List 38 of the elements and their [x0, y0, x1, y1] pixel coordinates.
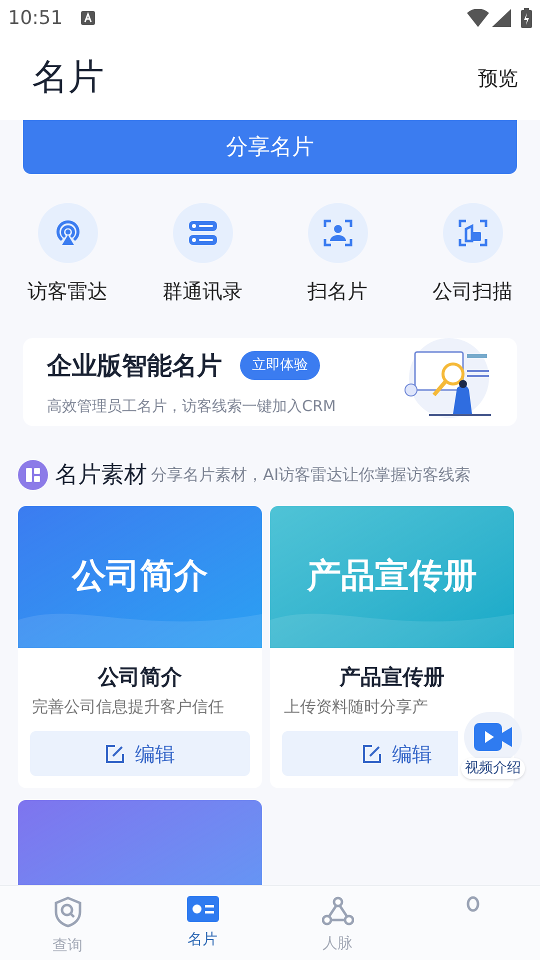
shortcut-item[interactable]: 群通讯录	[135, 203, 270, 306]
promo-title: 企业版智能名片	[47, 350, 222, 382]
card-title: 公司简介	[98, 664, 182, 690]
card-subtitle: 完善公司信息提升客户信任	[31, 696, 224, 718]
grid-icon	[18, 460, 48, 490]
video-camera-icon	[474, 723, 512, 751]
section-title: 名片素材	[55, 461, 147, 490]
scan-building-icon	[456, 217, 488, 249]
edit-icon	[362, 744, 382, 764]
signal-icon	[492, 9, 511, 27]
edit-button[interactable]: 编辑	[30, 731, 250, 776]
ring-icon	[466, 896, 480, 914]
banner-title: 公司简介	[72, 555, 208, 598]
status-time: 10:51	[8, 6, 63, 31]
share-card-button[interactable]: 分享名片	[23, 120, 517, 174]
promo-subtitle: 高效管理员工名片，访客线索一键加入CRM	[47, 396, 337, 416]
try-now-button[interactable]: 立即体验	[240, 351, 320, 380]
promo-card[interactable]: 企业版智能名片 立即体验 高效管理员工名片，访客线索一键加入CRM	[23, 338, 517, 426]
card-title: 产品宣传册	[340, 664, 444, 690]
keyboard-icon	[80, 11, 95, 25]
banner-title: 产品宣传册	[307, 555, 477, 598]
shortcut-item[interactable]: 扫名片	[270, 203, 405, 306]
shield-search-icon	[52, 896, 82, 928]
preview-link[interactable]: 预览	[478, 63, 518, 93]
network-icon	[322, 896, 354, 926]
shortcut-item[interactable]: 访客雷达	[0, 203, 135, 306]
material-card[interactable]: 公司简介 公司简介 完善公司信息提升客户信任 编辑	[18, 506, 262, 788]
scan-person-icon	[322, 217, 354, 249]
wifi-icon	[467, 9, 489, 27]
section-subtitle: 分享名片素材，AI访客雷达让你掌握访客线索	[151, 464, 471, 486]
edit-icon	[105, 744, 125, 764]
page-title: 名片	[32, 56, 104, 100]
card-subtitle: 上传资料随时分享产	[283, 696, 428, 718]
tab-item[interactable]: 名片	[135, 886, 270, 960]
card-icon	[186, 896, 218, 922]
shortcut-item[interactable]: 公司扫描	[405, 203, 540, 306]
edit-button[interactable]: 编辑	[282, 731, 458, 776]
battery-icon	[521, 8, 532, 28]
